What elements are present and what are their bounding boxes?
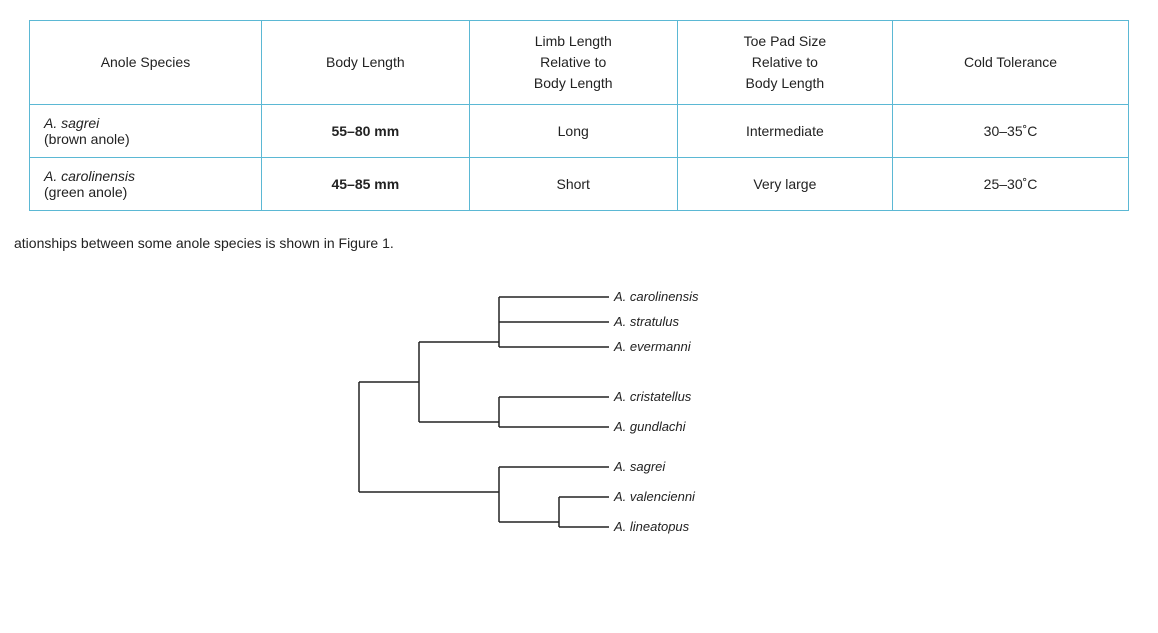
cold-tolerance-carolinensis: 25–30˚C [893, 158, 1129, 211]
species-sagrei: A. sagrei (brown anole) [30, 105, 262, 158]
limb-length-carolinensis: Short [469, 158, 677, 211]
label-gundlachi: A. gundlachi [613, 419, 687, 434]
table-row: A. carolinensis (green anole) 45–85 mm S… [30, 158, 1129, 211]
table-row: A. sagrei (brown anole) 55–80 mm Long In… [30, 105, 1129, 158]
description-text: ationships between some anole species is… [10, 235, 1148, 251]
data-table: Anole Species Body Length Limb LengthRel… [29, 20, 1129, 211]
label-evermanni: A. evermanni [613, 339, 692, 354]
limb-length-sagrei: Long [469, 105, 677, 158]
body-length-carolinensis: 45–85 mm [261, 158, 469, 211]
header-body-length: Body Length [261, 21, 469, 105]
label-valencienni: A. valencienni [613, 489, 696, 504]
toe-pad-carolinensis: Very large [677, 158, 892, 211]
label-stratulus: A. stratulus [613, 314, 680, 329]
toe-pad-sagrei: Intermediate [677, 105, 892, 158]
species-carolinensis: A. carolinensis (green anole) [30, 158, 262, 211]
label-carolinensis: A. carolinensis [613, 289, 699, 304]
header-limb-length: Limb LengthRelative toBody Length [469, 21, 677, 105]
cold-tolerance-sagrei: 30–35˚C [893, 105, 1129, 158]
header-toe-pad: Toe Pad SizeRelative toBody Length [677, 21, 892, 105]
label-lineatopus: A. lineatopus [613, 519, 690, 534]
header-species: Anole Species [30, 21, 262, 105]
phylogeny-tree: .label { font-family: Arial, sans-serif;… [299, 267, 859, 557]
phylogeny-figure: .label { font-family: Arial, sans-serif;… [10, 267, 1148, 557]
body-length-sagrei: 55–80 mm [261, 105, 469, 158]
label-sagrei: A. sagrei [613, 459, 666, 474]
header-cold-tolerance: Cold Tolerance [893, 21, 1129, 105]
label-cristatellus: A. cristatellus [613, 389, 692, 404]
